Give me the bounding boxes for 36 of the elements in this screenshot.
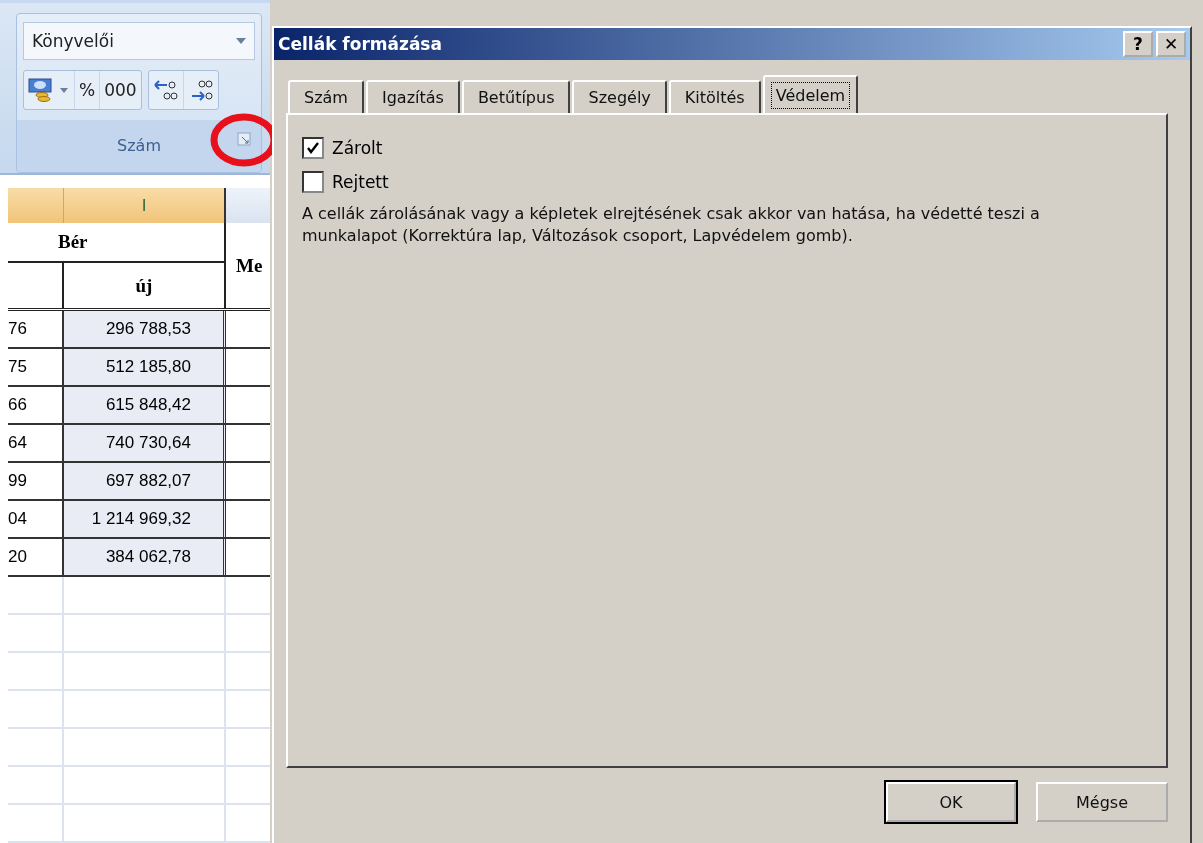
- checkbox[interactable]: [302, 137, 324, 159]
- table-cell: 1 214 969,32: [64, 501, 226, 537]
- table-cell: 296 788,53: [64, 311, 226, 347]
- checkbox-label[interactable]: Rejtett: [332, 172, 389, 192]
- table-cell: 615 848,42: [64, 387, 226, 423]
- checkbox[interactable]: [302, 171, 324, 193]
- table-cell: 384 062,78: [64, 539, 226, 575]
- dialog-button[interactable]: OK: [886, 782, 1016, 822]
- table-header-cell-text: Me: [235, 253, 264, 278]
- table-cell: 740 730,64: [64, 425, 226, 461]
- table-cell: 697 882,07: [64, 463, 226, 499]
- table-cell: 512 185,80: [64, 349, 226, 385]
- table-header-cell: új: [64, 263, 226, 308]
- tab[interactable]: Szám: [288, 80, 364, 113]
- table-header-cell: Bér: [8, 223, 226, 263]
- tab[interactable]: Igazítás: [365, 80, 460, 113]
- dialog-button[interactable]: Mégse: [1036, 782, 1168, 822]
- close-button[interactable]: ✕: [1156, 31, 1186, 57]
- dropdown-arrow-icon: [236, 37, 246, 44]
- window-title: Cellák formázása: [278, 34, 443, 54]
- tab[interactable]: Betűtípus: [461, 80, 571, 113]
- help-button[interactable]: ?: [1123, 31, 1153, 57]
- checkbox-label[interactable]: Zárolt: [332, 138, 383, 158]
- group-label: Szám: [117, 136, 161, 156]
- dialog-launcher-icon[interactable]: [237, 131, 251, 146]
- check-icon: [306, 141, 320, 155]
- tab[interactable]: Szegély: [572, 80, 667, 113]
- description-text: A cellák zárolásának vagy a képletek elrejtésének csak akkor van hatása, ha védetté teszi a munkalapot (Korrektúra lap, Változások csoport, Lapvédelem gomb).: [302, 203, 1041, 248]
- tab[interactable]: Védelem: [762, 75, 859, 113]
- ribbon-button[interactable]: %: [75, 70, 101, 109]
- number-format-dropdown[interactable]: Könyvelői: [23, 21, 255, 60]
- ribbon-button[interactable]: 000: [100, 70, 141, 109]
- column-header[interactable]: I: [64, 188, 226, 223]
- tab[interactable]: Kitöltés: [668, 80, 761, 113]
- left-arrow-icon: [152, 77, 179, 102]
- coins-icon: [28, 76, 70, 103]
